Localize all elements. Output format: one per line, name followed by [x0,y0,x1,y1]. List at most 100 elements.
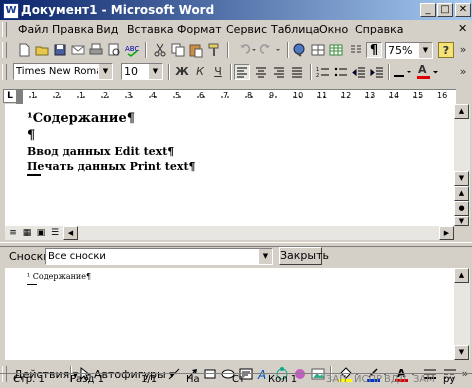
show-hide-paragraph-icon[interactable]: ¶ [366,42,382,58]
status-overtype[interactable]: ЗАМ [413,374,435,385]
normal-view-icon[interactable]: ≡ [6,226,20,240]
justify-icon[interactable] [289,64,305,80]
scroll-up-icon[interactable]: ▲ [454,104,469,119]
svg-text:ABC: ABC [125,45,139,53]
scroll-left-icon[interactable]: ◀ [63,226,78,240]
scroll-down-icon[interactable]: ▼ [454,171,469,186]
print-preview-icon[interactable] [106,42,122,58]
doc-heading[interactable]: ¹Содержание¶ [27,111,135,126]
bold-button[interactable]: Ж [174,64,190,80]
new-document-icon[interactable] [16,42,32,58]
menu-table[interactable]: Таблица [271,23,320,36]
previous-page-icon[interactable]: ▲ [454,186,469,201]
help-icon[interactable]: ? [438,42,454,58]
toolbar-grip[interactable] [2,64,7,80]
columns-icon[interactable] [348,42,364,58]
zoom-combo[interactable]: 75% ▼ [385,42,433,59]
borders-icon[interactable] [392,64,414,80]
doc-line-print-text[interactable]: Печать данных Print text¶ [27,160,196,173]
minimize-button[interactable]: _ [420,3,436,17]
align-center-icon[interactable] [253,64,269,80]
tab-stop-selector[interactable]: L [3,89,17,103]
horizontal-ruler[interactable]: 1 2 1 2 3 4 5 6 7 8 9 10 11 12 13 14 15 … [16,89,456,105]
menu-file[interactable]: Файл [18,23,48,36]
font-name-combo[interactable]: Times New Roman ▼ [13,63,113,80]
paste-icon[interactable] [188,42,204,58]
doc-empty-paragraph[interactable]: ¶ [27,128,35,143]
chevron-down-icon[interactable]: ▼ [259,249,272,264]
scroll-right-icon[interactable]: ▶ [439,226,454,240]
ruler-number: 2 [55,91,61,100]
align-left-icon[interactable] [234,64,250,80]
copy-icon[interactable] [170,42,186,58]
footnote-vertical-scrollbar[interactable]: ▲ ▼ [454,268,470,360]
toolbar-grip[interactable] [2,42,7,58]
toolbar-options-icon[interactable]: » [458,64,468,80]
menu-edit[interactable]: Правка [52,23,94,36]
menu-tools[interactable]: Сервис [226,23,267,36]
ruler-number: 9 [269,91,275,100]
close-button[interactable]: ✕ [455,3,471,17]
vertical-scrollbar[interactable]: ▲ ▼ ▲ ● ▼ [454,104,470,226]
status-rec[interactable]: ЗАП [326,374,347,385]
chevron-down-icon[interactable]: ▼ [98,64,112,79]
decrease-indent-icon[interactable] [351,64,367,80]
maximize-button[interactable]: □ [437,3,453,17]
chevron-down-icon[interactable]: ▼ [148,64,162,79]
save-icon[interactable] [52,42,68,58]
ruler-number: 5 [175,91,181,100]
close-pane-button[interactable]: Закрыть [279,247,329,265]
menu-help[interactable]: Справка [355,23,403,36]
footnotes-selector[interactable]: Все сноски ▼ [45,248,273,265]
redo-icon[interactable] [259,42,284,58]
doc-line-edit-text[interactable]: Ввод данных Edit text¶ [27,145,174,158]
font-size-combo[interactable]: 10 ▼ [121,63,163,80]
status-extend[interactable]: ВДЛ [384,374,406,385]
print-layout-icon[interactable]: ▣ [34,226,48,240]
doc-close-icon[interactable]: ✕ [458,22,467,35]
status-track[interactable]: ИСПР [354,374,382,385]
ruler-number: 11 [317,91,328,100]
menu-view[interactable]: Вид [96,23,118,36]
insert-excel-icon[interactable] [328,42,344,58]
word-app-icon[interactable]: W [3,3,19,19]
undo-icon[interactable] [234,42,258,58]
bullets-icon[interactable] [333,64,349,80]
toolbar-options-icon[interactable]: » [458,42,468,58]
hyperlink-icon[interactable] [292,42,308,58]
web-view-icon[interactable]: ▦ [20,226,34,240]
scroll-up-icon[interactable]: ▲ [454,268,469,283]
underline-button[interactable]: Ч [210,64,226,80]
increase-indent-icon[interactable] [369,64,385,80]
align-right-icon[interactable] [271,64,287,80]
scroll-down-icon[interactable]: ▼ [454,345,469,360]
format-painter-icon[interactable] [206,42,222,58]
footnote-pane[interactable]: ¹ Содержание¶ [5,268,454,360]
menu-window[interactable]: Окно [319,23,348,36]
font-size-value: 10 [124,65,138,78]
numbering-icon[interactable]: 12 [315,64,331,80]
title-bar[interactable]: W Документ1 - Microsoft Word _ □ ✕ [0,0,472,20]
document-area[interactable]: ¹Содержание¶ ¶ Ввод данных Edit text¶ Пе… [5,104,454,226]
outline-view-icon[interactable]: ☰ [48,226,62,240]
open-folder-icon[interactable] [34,42,50,58]
spelling-icon[interactable]: ABC [124,42,140,58]
tables-borders-icon[interactable] [310,42,326,58]
ruler-number: 6 [199,91,205,100]
select-browse-object-icon[interactable]: ● [454,201,469,216]
footnote-text[interactable]: ¹ Содержание¶ [27,272,91,281]
italic-button[interactable]: К [192,64,208,80]
menu-insert[interactable]: Вставка [127,23,174,36]
font-color-icon[interactable]: A [416,63,440,80]
status-language: ру [443,374,456,385]
next-page-icon[interactable]: ▼ [454,216,469,226]
ruler-number: 7 [223,91,229,100]
status-pages: 1/1 [141,374,158,385]
menu-format[interactable]: Формат [177,23,222,36]
cut-icon[interactable] [152,42,168,58]
toolbar-separator [230,64,232,80]
email-icon[interactable] [70,42,86,58]
print-icon[interactable] [88,42,104,58]
chevron-down-icon[interactable]: ▼ [418,43,432,58]
menu-grip[interactable] [2,22,7,37]
